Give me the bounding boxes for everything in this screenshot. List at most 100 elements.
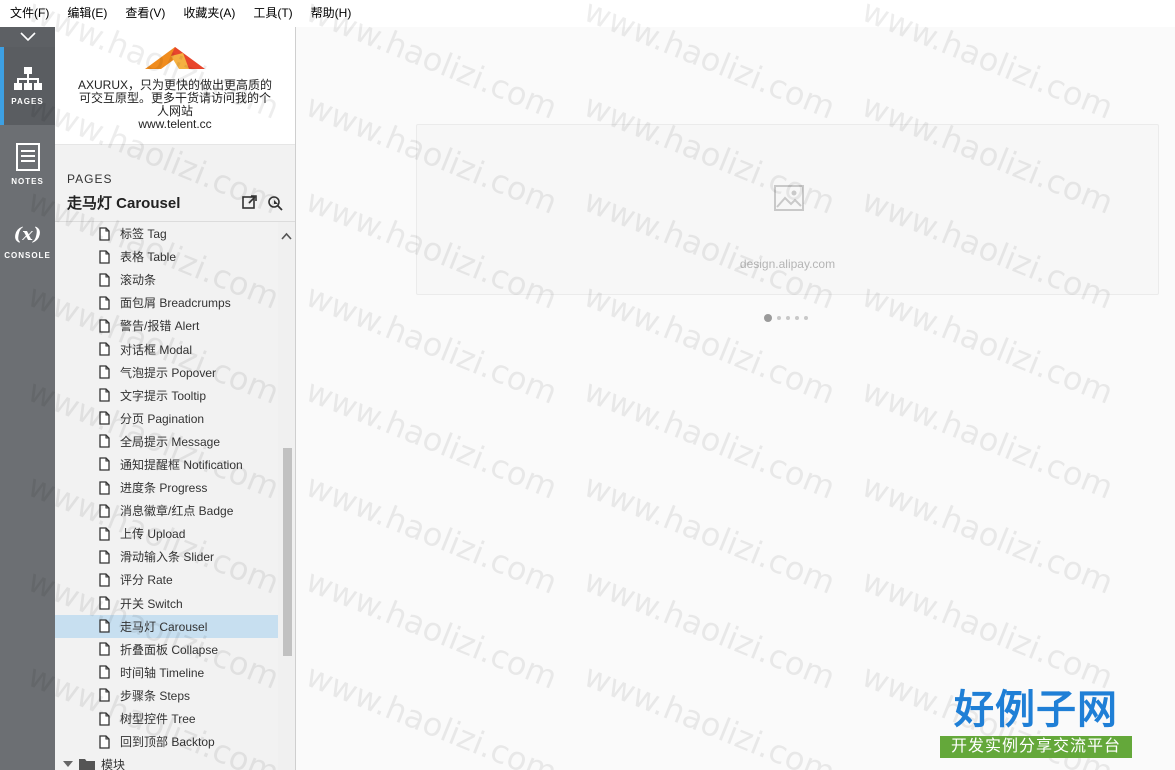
rail-pages-label: PAGES xyxy=(11,96,44,106)
menu-view[interactable]: 查看(V) xyxy=(115,0,173,27)
search-pages-icon[interactable] xyxy=(267,195,283,211)
page-icon xyxy=(99,457,110,472)
rail-console-button[interactable]: (x) CONSOLE xyxy=(0,203,55,281)
page-tree-item[interactable]: 滑动输入条 Slider xyxy=(55,545,278,568)
carousel-dots xyxy=(764,314,808,322)
current-page-row: 走马灯 Carousel xyxy=(67,192,283,213)
folder-label: 模块 xyxy=(101,758,126,770)
page-tree-item-label: 标签 Tag xyxy=(120,227,167,242)
rail-console-label: CONSOLE xyxy=(4,251,51,260)
page-icon xyxy=(99,319,110,333)
page-tree-item[interactable]: 开关 Switch xyxy=(55,592,278,615)
page-tree-item-label: 滚动条 xyxy=(120,273,157,288)
folder-icon xyxy=(79,758,95,770)
page-tree-item[interactable]: 全局提示 Message xyxy=(55,430,278,453)
page-tree-item[interactable]: 走马灯 Carousel xyxy=(55,614,278,638)
carousel-dot[interactable] xyxy=(786,316,790,320)
page-tree-item[interactable]: 警告/报错 Alert xyxy=(55,314,278,337)
page-tree-item-label: 开关 Switch xyxy=(120,596,183,611)
menu-file[interactable]: 文件(F) xyxy=(0,0,57,27)
page-tree-folder[interactable]: 模块 xyxy=(55,753,278,770)
carousel-dot[interactable] xyxy=(804,316,808,320)
page-tree-item[interactable]: 评分 Rate xyxy=(55,568,278,591)
page-tree-item[interactable]: 进度条 Progress xyxy=(55,476,278,499)
page-icon xyxy=(99,296,110,310)
page-tree-item[interactable]: 树型控件 Tree xyxy=(55,707,278,730)
brand-logo xyxy=(55,27,295,73)
page-tree-item[interactable]: 对话框 Modal xyxy=(55,337,278,360)
page-tree-item[interactable]: 气泡提示 Popover xyxy=(55,361,278,384)
open-in-new-icon[interactable] xyxy=(242,195,257,210)
carousel-dot[interactable] xyxy=(777,316,781,320)
page-tree-item[interactable]: 消息徽章/红点 Badge xyxy=(55,499,278,522)
page-icon xyxy=(99,411,110,425)
page-tree-item-label: 评分 Rate xyxy=(120,573,173,588)
page-tree-item[interactable]: 时间轴 Timeline xyxy=(55,661,278,684)
page-tree-item[interactable]: 表格 Table xyxy=(55,245,278,268)
page-tree-item[interactable]: 文字提示 Tooltip xyxy=(55,384,278,407)
notes-icon xyxy=(15,142,40,171)
page-tree-item[interactable]: 上传 Upload xyxy=(55,522,278,545)
carousel-dot[interactable] xyxy=(795,316,799,320)
brand-description: AXURUX，只为更快的做出更高质的 可交互原型。更多干货请访问我的个 人网站 … xyxy=(55,73,295,131)
page-tree-item-label: 树型控件 Tree xyxy=(120,712,196,727)
page-tree-item[interactable]: 面包屑 Breadcrumps xyxy=(55,291,278,314)
menu-tools[interactable]: 工具(T) xyxy=(243,0,300,27)
carousel-frame[interactable]: design.alipay.com xyxy=(416,124,1159,295)
page-tree-item[interactable]: 步骤条 Steps xyxy=(55,684,278,707)
page-tree-item-label: 通知提醒框 Notification xyxy=(120,457,243,472)
rail-notes-button[interactable]: NOTES xyxy=(0,125,55,203)
page-tree-item-label: 表格 Table xyxy=(120,250,177,265)
carousel-caption: design.alipay.com xyxy=(739,257,836,271)
left-rail: PAGES NOTES (x) CONSOLE xyxy=(0,27,55,770)
page-tree-item-label: 面包屑 Breadcrumps xyxy=(120,296,231,311)
page-tree-item-label: 文字提示 Tooltip xyxy=(120,388,207,403)
page-icon xyxy=(99,619,110,633)
page-tree-item[interactable]: 滚动条 xyxy=(55,268,278,291)
page-tree-item[interactable]: 通知提醒框 Notification xyxy=(55,453,278,476)
sitemap-icon xyxy=(13,66,42,90)
image-placeholder-icon xyxy=(774,185,804,211)
page-icon xyxy=(99,688,110,703)
page-tree: 标签 Tag 表格 Table 滚动条面包屑 Breadcrumps 警告/报错 Al… xyxy=(55,221,295,770)
current-page-title: 走马灯 Carousel xyxy=(67,195,181,212)
page-tree-item-label: 全局提示 Message xyxy=(120,434,221,449)
page-tree-item-label: 回到顶部 Backtop xyxy=(120,735,215,750)
page-tree-item[interactable]: 回到顶部 Backtop xyxy=(55,730,278,753)
chevron-down-icon xyxy=(19,32,36,42)
page-tree-item[interactable]: 标签 Tag xyxy=(55,222,278,245)
page-tree-item[interactable]: 折叠面板 Collapse xyxy=(55,638,278,661)
page-tree-item-label: 消息徽章/红点 Badge xyxy=(120,504,234,519)
page-icon xyxy=(99,249,110,264)
prototype-canvas: design.alipay.com xyxy=(296,27,1175,770)
corner-badge-subtitle: 开发实例分享交流平台 xyxy=(940,736,1132,758)
menu-help[interactable]: 帮助(H) xyxy=(301,0,360,27)
page-icon xyxy=(99,480,110,495)
variable-icon: (x) xyxy=(13,224,42,245)
page-icon xyxy=(99,273,110,287)
chevron-up-icon[interactable] xyxy=(281,232,292,240)
page-tree-item[interactable]: 分页 Pagination xyxy=(55,407,278,430)
brand-website[interactable]: www.telent.cc xyxy=(73,118,277,131)
pages-sidebar: AXURUX，只为更快的做出更高质的 可交互原型。更多干货请访问我的个 人网站 … xyxy=(55,27,296,770)
page-icon xyxy=(99,365,110,379)
collapse-rail-button[interactable] xyxy=(0,27,55,47)
menu-favorites[interactable]: 收藏夹(A) xyxy=(173,0,243,27)
carousel-dot[interactable] xyxy=(764,314,772,322)
menu-edit[interactable]: 编辑(E) xyxy=(57,0,115,27)
tree-scrollbar[interactable] xyxy=(278,222,295,770)
caret-down-icon[interactable] xyxy=(63,761,73,768)
page-icon xyxy=(99,504,110,518)
pages-section-label: PAGES xyxy=(67,172,113,186)
page-tree-item-label: 折叠面板 Collapse xyxy=(120,642,219,657)
page-icon xyxy=(99,734,110,749)
page-icon xyxy=(99,573,110,587)
page-tree-item-label: 警告/报错 Alert xyxy=(120,319,200,334)
page-tree-list: 标签 Tag 表格 Table 滚动条面包屑 Breadcrumps 警告/报错 Al… xyxy=(55,222,278,770)
page-icon xyxy=(99,388,110,402)
brand-logo-icon xyxy=(145,47,205,69)
scrollbar-thumb[interactable] xyxy=(283,448,292,656)
page-tree-item-label: 分页 Pagination xyxy=(120,411,205,426)
rail-pages-button[interactable]: PAGES xyxy=(0,47,55,125)
page-icon xyxy=(99,665,110,679)
